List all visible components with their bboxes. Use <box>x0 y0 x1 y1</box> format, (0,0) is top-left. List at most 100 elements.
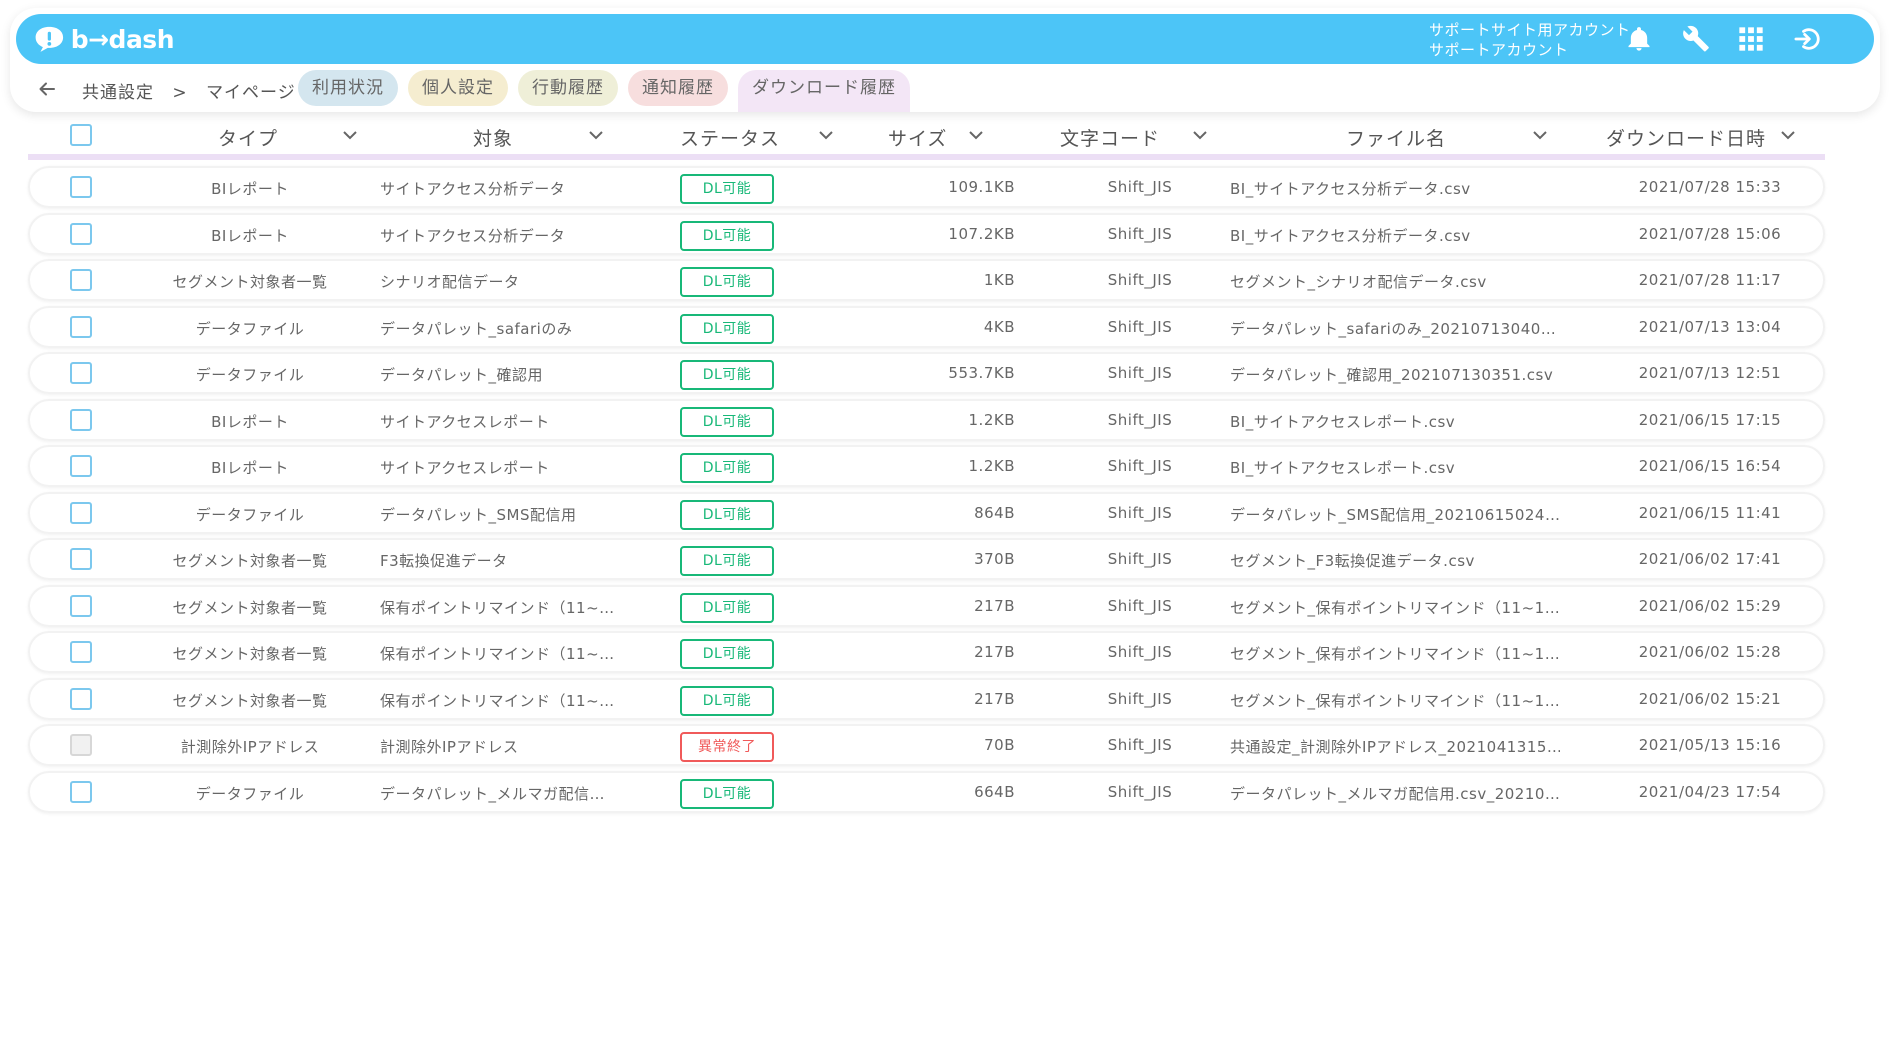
row-checkbox[interactable] <box>70 687 92 710</box>
bell-icon[interactable] <box>1624 24 1654 54</box>
logo[interactable]: b→dash <box>34 21 175 57</box>
chevron-down-icon[interactable] <box>1192 130 1208 140</box>
table-row[interactable]: BIレポート サイトアクセス分析データ DL可能 109.1KB Shift_JIS BI… <box>28 166 1825 208</box>
cell-size: 1.2KB <box>968 457 1015 475</box>
tab-notification-history[interactable]: 通知履歴 <box>628 70 728 106</box>
table-row[interactable]: セグメント対象者一覧 保有ポイントリマインド（11~… DL可能 217B Shift_… <box>28 677 1825 720</box>
cell-filename: データパレット_SMS配信用_20210615024… <box>1230 505 1560 524</box>
cell-target: 保有ポイントリマインド（11~… <box>380 598 615 617</box>
status-badge[interactable]: DL可能 <box>680 499 774 530</box>
table-row[interactable]: セグメント対象者一覧 シナリオ配信データ DL可能 1KB Shift_JIS セグメント… <box>28 259 1825 301</box>
cell-filename: BI_サイトアクセス分析データ.csv <box>1230 180 1471 198</box>
cell-size: 664B <box>974 782 1015 801</box>
cell-target: サイトアクセス分析データ <box>380 226 566 245</box>
account-info[interactable]: サポートサイト用アカウント サポートアカウント <box>1429 20 1631 60</box>
column-header-filename[interactable]: ファイル名 <box>1346 124 1446 151</box>
tab-personal-settings[interactable]: 個人設定 <box>408 70 508 106</box>
chevron-down-icon[interactable] <box>818 130 834 140</box>
cell-target: 保有ポイントリマインド（11~… <box>380 691 615 710</box>
cell-size: 1.2KB <box>968 410 1015 429</box>
tab-action-history[interactable]: 行動履歴 <box>518 70 618 106</box>
back-arrow-icon[interactable] <box>36 78 58 100</box>
table-row[interactable]: セグメント対象者一覧 保有ポイントリマインド（11~… DL可能 217B Shift_… <box>28 584 1825 627</box>
row-checkbox[interactable] <box>70 780 92 803</box>
cell-target: F3転換促進データ <box>380 552 508 570</box>
table-row[interactable]: データファイル データパレット_メルマガ配信… DL可能 664B Shift_JIS デ… <box>28 770 1825 813</box>
column-header-encoding[interactable]: 文字コード <box>1060 124 1160 151</box>
table-row[interactable]: データファイル データパレット_safariのみ DL可能 4KB Shift_JIS デ… <box>28 305 1825 348</box>
header-bar: b→dash サポートサイト用アカウント サポートアカウント <box>16 14 1874 64</box>
row-checkbox[interactable] <box>70 315 92 338</box>
tab-download-history[interactable]: ダウンロード履歴 <box>738 70 910 112</box>
chevron-down-icon[interactable] <box>968 130 984 140</box>
status-badge[interactable]: DL可能 <box>680 639 774 669</box>
cell-type: データファイル <box>195 366 305 384</box>
status-badge[interactable]: DL可能 <box>680 592 774 623</box>
cell-encoding: Shift_JIS <box>1107 271 1173 289</box>
cell-encoding: Shift_JIS <box>1107 550 1173 568</box>
logout-icon[interactable] <box>1792 24 1822 54</box>
table-row[interactable]: BIレポート サイトアクセスレポート DL可能 1.2KB Shift_JIS BI_サイ… <box>28 445 1825 487</box>
row-checkbox[interactable] <box>70 176 92 198</box>
cell-size: 370B <box>974 550 1015 568</box>
table-row[interactable]: 計測除外IPアドレス 計測除外IPアドレス 異常終了 70B Shift_JIS 共通設定… <box>28 724 1825 766</box>
chevron-down-icon[interactable] <box>342 130 358 140</box>
wrench-icon[interactable] <box>1681 24 1711 54</box>
cell-filename: データパレット_safariのみ_20210713040… <box>1230 319 1557 338</box>
chevron-down-icon[interactable] <box>588 130 604 140</box>
column-header-status[interactable]: ステータス <box>680 124 780 151</box>
cell-target: サイトアクセスレポート <box>380 459 550 477</box>
cell-download-date: 2021/06/15 16:54 <box>1638 457 1782 475</box>
cell-size: 1KB <box>983 271 1015 289</box>
select-all-checkbox[interactable] <box>70 124 92 146</box>
cell-target: サイトアクセスレポート <box>380 412 550 431</box>
cell-download-date: 2021/06/15 17:15 <box>1638 410 1782 429</box>
status-badge[interactable]: DL可能 <box>680 453 774 483</box>
cell-type: BIレポート <box>211 180 289 198</box>
status-badge[interactable]: DL可能 <box>680 546 774 576</box>
column-header-download-date[interactable]: ダウンロード日時 <box>1606 124 1766 151</box>
table-row[interactable]: データファイル データパレット_確認用 DL可能 553.7KB Shift_JIS デー… <box>28 352 1825 394</box>
cell-target: データパレット_確認用 <box>380 366 544 384</box>
row-checkbox <box>70 734 92 756</box>
row-checkbox[interactable] <box>70 594 92 617</box>
status-badge[interactable]: DL可能 <box>680 406 774 437</box>
status-badge[interactable]: DL可能 <box>680 360 774 390</box>
status-badge[interactable]: DL可能 <box>680 267 774 297</box>
cell-filename: セグメント_保有ポイントリマインド（11~1… <box>1230 645 1560 663</box>
column-header-size[interactable]: サイズ <box>888 124 947 151</box>
row-checkbox[interactable] <box>70 641 92 663</box>
cell-type: データファイル <box>195 319 305 338</box>
table-row[interactable]: セグメント対象者一覧 保有ポイントリマインド（11~… DL可能 217B Shift_… <box>28 631 1825 673</box>
tab-usage[interactable]: 利用状況 <box>298 70 398 106</box>
breadcrumb-item-common-settings[interactable]: 共通設定 <box>82 83 154 103</box>
row-checkbox[interactable] <box>70 548 92 570</box>
chevron-down-icon[interactable] <box>1780 130 1796 140</box>
table-row[interactable]: セグメント対象者一覧 F3転換促進データ DL可能 370B Shift_JIS セグメン… <box>28 538 1825 580</box>
cell-download-date: 2021/07/28 15:06 <box>1638 224 1782 243</box>
row-checkbox[interactable] <box>70 362 92 384</box>
status-badge[interactable]: DL可能 <box>680 220 774 251</box>
table-row[interactable]: データファイル データパレット_SMS配信用 DL可能 864B Shift_JIS デー… <box>28 491 1825 534</box>
chevron-down-icon[interactable] <box>1532 130 1548 140</box>
row-checkbox[interactable] <box>70 222 92 245</box>
cell-download-date: 2021/06/02 17:41 <box>1638 550 1782 568</box>
column-header-type[interactable]: タイプ <box>218 124 278 151</box>
cell-encoding: Shift_JIS <box>1107 410 1173 429</box>
row-checkbox[interactable] <box>70 408 92 431</box>
cell-filename: セグメント_シナリオ配信データ.csv <box>1230 273 1487 291</box>
cell-type: セグメント対象者一覧 <box>172 691 328 710</box>
table-row[interactable]: BIレポート サイトアクセスレポート DL可能 1.2KB Shift_JIS BI_サイ… <box>28 398 1825 441</box>
column-header-target[interactable]: 対象 <box>473 124 513 151</box>
row-checkbox[interactable] <box>70 269 92 291</box>
status-badge[interactable]: DL可能 <box>680 685 774 716</box>
table-row[interactable]: BIレポート サイトアクセス分析データ DL可能 107.2KB Shift_JIS BI… <box>28 212 1825 255</box>
row-checkbox[interactable] <box>70 501 92 524</box>
row-checkbox[interactable] <box>70 455 92 477</box>
cell-encoding: Shift_JIS <box>1107 364 1173 382</box>
cell-size: 217B <box>974 689 1015 708</box>
grid-icon[interactable] <box>1736 24 1766 54</box>
status-badge[interactable]: DL可能 <box>680 313 774 344</box>
status-badge[interactable]: DL可能 <box>680 174 774 204</box>
status-badge[interactable]: DL可能 <box>680 778 774 809</box>
